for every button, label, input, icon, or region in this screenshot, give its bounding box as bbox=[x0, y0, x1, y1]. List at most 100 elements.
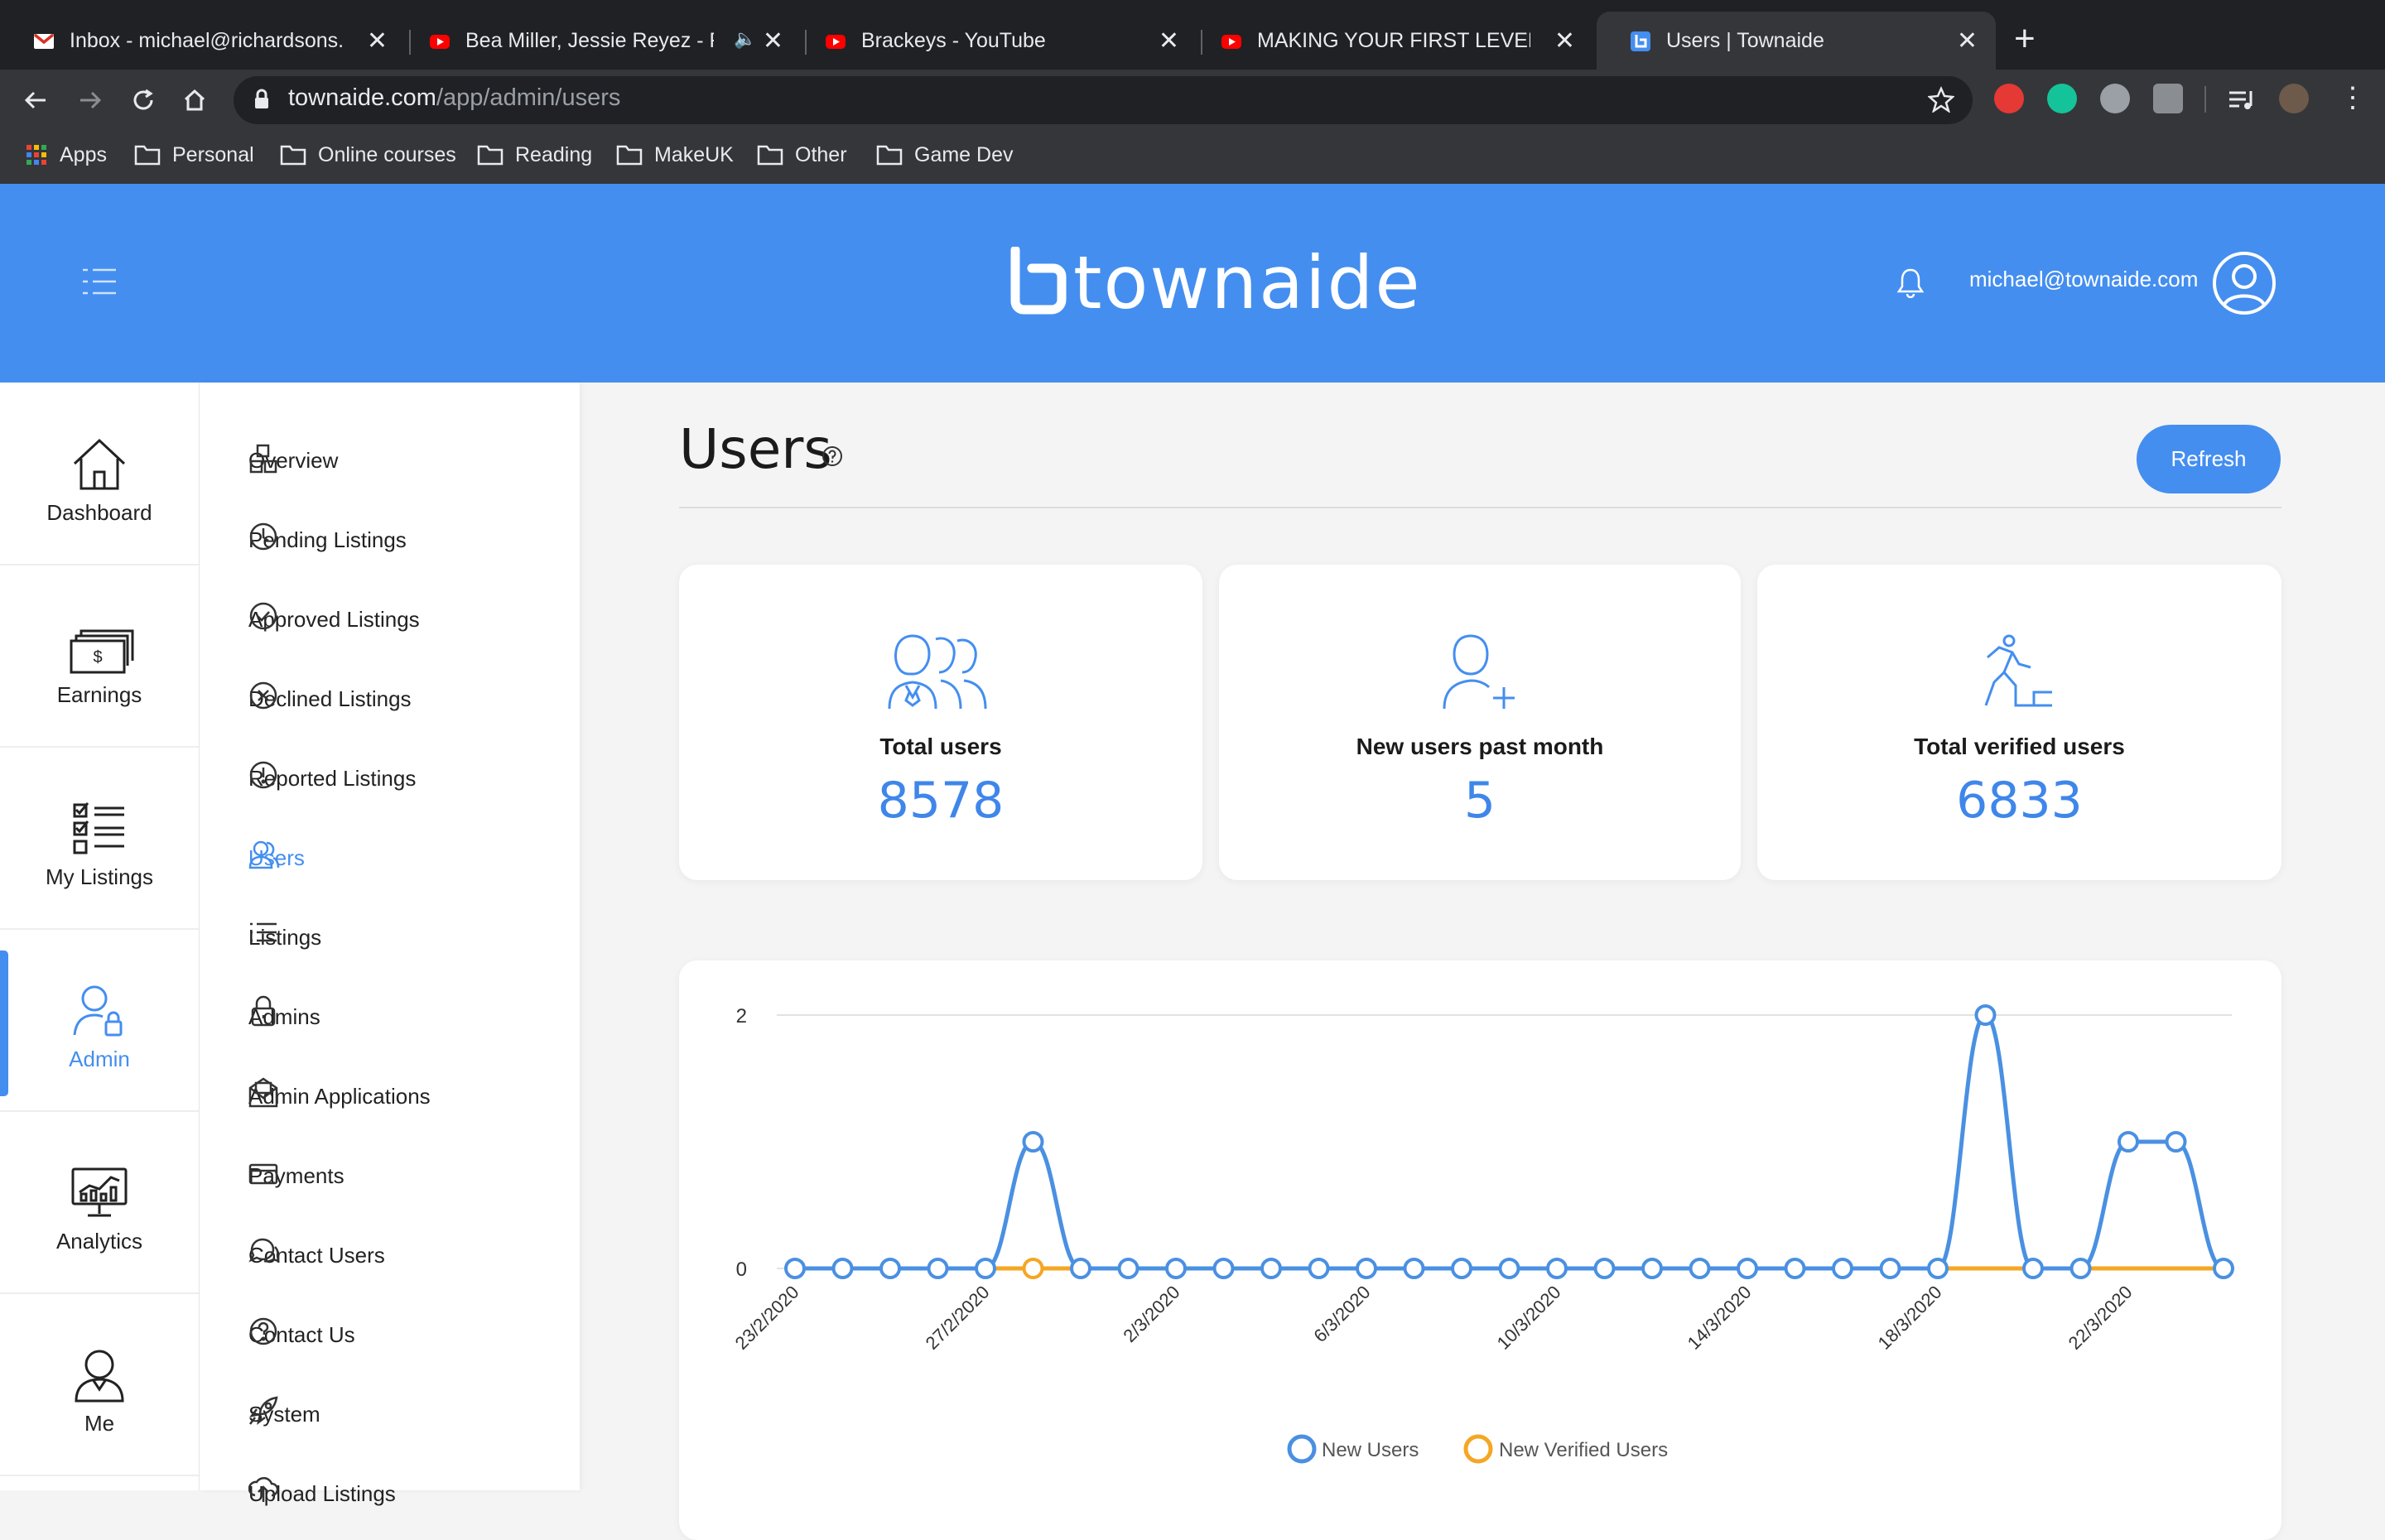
back-button[interactable] bbox=[15, 79, 56, 121]
credit-card-icon bbox=[248, 1163, 278, 1185]
bookmark-apps[interactable]: Apps bbox=[25, 141, 107, 169]
bookmark-label: Other bbox=[795, 142, 847, 166]
bookmark-folder-online-courses[interactable]: Online courses bbox=[280, 141, 456, 169]
tab-close-icon[interactable]: ✕ bbox=[1554, 26, 1575, 55]
youtube-icon bbox=[1221, 35, 1241, 49]
tab-close-icon[interactable]: ✕ bbox=[763, 26, 783, 55]
home-button[interactable] bbox=[174, 79, 215, 121]
data-point-new-users bbox=[2165, 1131, 2187, 1153]
toolbar-separator bbox=[2204, 86, 2206, 113]
folder-icon bbox=[876, 145, 903, 166]
bookmark-folder-reading[interactable]: Reading bbox=[477, 141, 592, 169]
data-point-new-users bbox=[1022, 1131, 1044, 1153]
data-point-new-users bbox=[1356, 1258, 1377, 1279]
extension-hand-icon[interactable] bbox=[1994, 84, 2024, 113]
tab-close-icon[interactable]: ✕ bbox=[367, 26, 388, 55]
help-circle-icon[interactable] bbox=[822, 445, 843, 467]
users-chart-card: 0 2 23/2/2020 27/2/2020 2/3/2020 6/3/2020 10/3… bbox=[679, 960, 2281, 1540]
series-line-new-users bbox=[795, 1013, 2224, 1271]
stat-value: 5 bbox=[1463, 772, 1496, 830]
nav-label: Dashboard bbox=[46, 500, 152, 525]
browser-tab-making-level[interactable]: MAKING YOUR FIRST LEVEL in U ✕ bbox=[1188, 12, 1593, 70]
envelope-icon bbox=[248, 1077, 278, 1108]
legend-label: New Verified Users bbox=[1499, 1439, 1668, 1461]
profile-avatar[interactable] bbox=[2279, 84, 2309, 113]
x-tick-label: 6/3/2020 bbox=[1309, 1282, 1374, 1346]
title-divider bbox=[679, 507, 2281, 508]
x-tick-label: 10/3/2020 bbox=[1493, 1282, 1565, 1354]
x-tick-label: 22/3/2020 bbox=[2065, 1282, 2137, 1354]
browser-tab-inbox[interactable]: Inbox - michael@richardsons.co ✕ bbox=[0, 12, 406, 70]
nav-label: Earnings bbox=[56, 682, 142, 707]
stat-label: New users past month bbox=[1356, 734, 1604, 759]
x-tick-label: 2/3/2020 bbox=[1119, 1282, 1183, 1346]
user-email[interactable]: michael@townaide.com bbox=[1969, 267, 2198, 292]
legend-marker-new-users bbox=[1287, 1434, 1317, 1464]
browser-tab-music[interactable]: Bea Miller, Jessie Reyez - FE 🔈 ✕ bbox=[396, 12, 802, 70]
legend-label: New Users bbox=[1322, 1439, 1419, 1461]
media-queue-icon[interactable] bbox=[2228, 86, 2256, 113]
tab-label: Users | Townaide bbox=[1666, 28, 1824, 52]
list-icon bbox=[250, 922, 277, 942]
question-circle-icon bbox=[249, 1317, 277, 1345]
tab-label: Bea Miller, Jessie Reyez - FE bbox=[465, 28, 714, 52]
cash-icon: $ bbox=[70, 629, 134, 674]
bell-icon[interactable] bbox=[1896, 267, 1925, 298]
analytics-monitor-icon bbox=[71, 1167, 128, 1217]
nav-label: Analytics bbox=[55, 1229, 143, 1254]
brand-logo[interactable]: townaide bbox=[1073, 240, 1421, 325]
data-point-new-users bbox=[1403, 1258, 1425, 1279]
extension-h-icon[interactable] bbox=[2153, 84, 2183, 113]
tab-close-icon[interactable]: ✕ bbox=[1159, 26, 1179, 55]
browser-tab-townaide[interactable]: Users | Townaide ✕ bbox=[1597, 12, 1996, 70]
url-text[interactable]: townaide.com/app/admin/users bbox=[288, 84, 620, 112]
stat-card-new-users: New users past month 5 bbox=[1219, 565, 1741, 880]
nav-my-listings[interactable]: My Listings bbox=[0, 747, 199, 930]
bookmark-label: Apps bbox=[60, 142, 107, 166]
tab-close-icon[interactable]: ✕ bbox=[1957, 26, 1978, 55]
stat-label: Total verified users bbox=[1914, 734, 2125, 759]
stat-card-total-users: Total users 8578 bbox=[679, 565, 1202, 880]
data-point-new-users bbox=[1117, 1258, 1140, 1279]
bookmark-folder-game-dev[interactable]: Game Dev bbox=[876, 141, 1013, 169]
speaker-icon[interactable]: 🔈 bbox=[734, 28, 756, 50]
data-point-new-users bbox=[927, 1258, 949, 1279]
stat-card-verified-users: Total verified users 6833 bbox=[1757, 565, 2281, 880]
browser-tab-brackeys[interactable]: Brackeys - YouTube ✕ bbox=[792, 12, 1197, 70]
data-point-new-users bbox=[1165, 1258, 1187, 1279]
new-tab-button[interactable]: + bbox=[2014, 18, 2036, 60]
grammarly-icon[interactable] bbox=[2047, 84, 2077, 113]
home-icon bbox=[184, 89, 205, 111]
nav-dashboard[interactable]: Dashboard bbox=[0, 383, 199, 565]
bookmark-folder-other[interactable]: Other bbox=[757, 141, 847, 169]
nav-me[interactable]: Me bbox=[0, 1293, 199, 1476]
forward-button[interactable] bbox=[70, 79, 111, 121]
bookmark-folder-makeuk[interactable]: MakeUK bbox=[616, 141, 734, 169]
x-tick-label: 23/2/2020 bbox=[731, 1282, 803, 1354]
data-point-new-users bbox=[1689, 1258, 1711, 1279]
extension-arc-icon[interactable] bbox=[2100, 84, 2130, 113]
page-title: Users bbox=[679, 417, 832, 481]
nav-earnings[interactable]: $ Earnings bbox=[0, 565, 199, 748]
menu-toggle-icon[interactable] bbox=[81, 267, 118, 296]
apps-grid-icon bbox=[26, 145, 46, 165]
user-avatar-icon[interactable] bbox=[2211, 250, 2277, 316]
nav-admin[interactable]: Admin bbox=[0, 929, 199, 1112]
upload-icon bbox=[248, 1476, 278, 1502]
refresh-button[interactable]: Refresh bbox=[2137, 425, 2281, 493]
data-point-new-users bbox=[2022, 1258, 2044, 1279]
nav-label: Admin bbox=[69, 1047, 130, 1071]
bookmark-folder-personal[interactable]: Personal bbox=[134, 141, 254, 169]
reload-button[interactable] bbox=[123, 79, 164, 121]
clock-icon bbox=[249, 522, 277, 551]
data-point-new-users bbox=[1974, 1004, 1997, 1026]
menu-kebab-icon[interactable]: ⋮ bbox=[2339, 81, 2367, 114]
y-tick-label: 0 bbox=[736, 1258, 747, 1281]
url-host: townaide.com bbox=[288, 84, 436, 111]
youtube-icon bbox=[826, 35, 846, 49]
nav-analytics[interactable]: Analytics bbox=[0, 1111, 199, 1294]
admin-user-lock-icon bbox=[73, 985, 123, 1037]
bookmark-star-icon[interactable] bbox=[1928, 86, 1954, 113]
townaide-logo-icon bbox=[1010, 247, 1067, 315]
data-point-new-users bbox=[831, 1258, 854, 1279]
